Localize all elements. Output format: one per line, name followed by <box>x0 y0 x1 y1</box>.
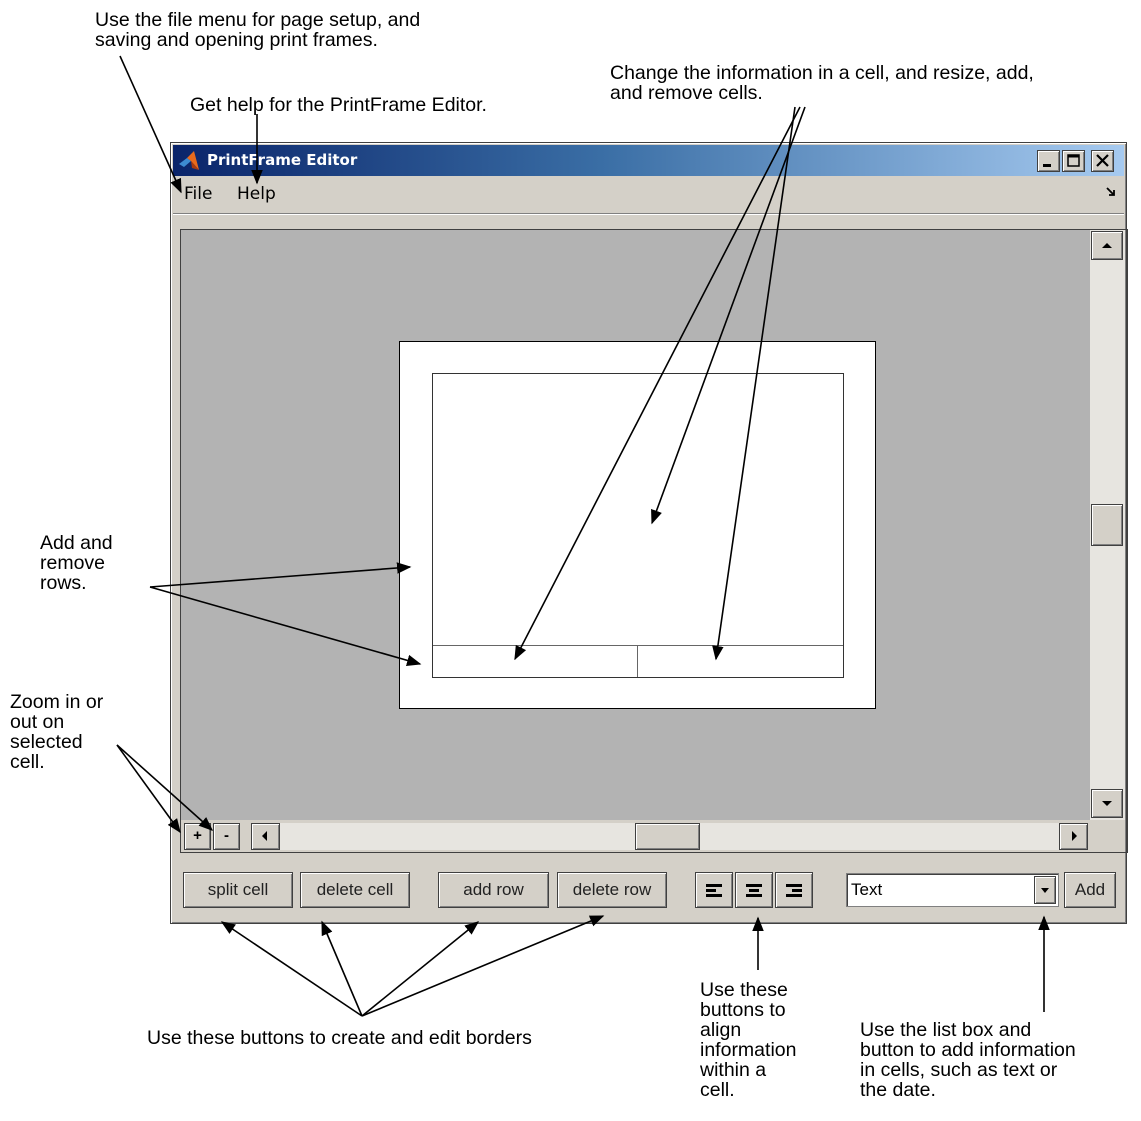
dock-arrow-icon[interactable] <box>1106 187 1116 197</box>
annotation-line: rows. <box>40 572 87 594</box>
annotation-line: saving and opening print frames. <box>95 29 378 51</box>
annotation-line: buttons to <box>700 999 786 1021</box>
scroll-down-button[interactable] <box>1091 789 1123 818</box>
annotation-border-buttons: Use these buttons to create and edit bor… <box>147 1028 532 1048</box>
annotation-line: in cells, such as text or <box>860 1059 1058 1081</box>
content-type-select[interactable]: Text <box>846 873 1059 907</box>
annotation-line: cell. <box>700 1079 735 1101</box>
dropdown-button[interactable] <box>1034 876 1056 904</box>
split-cell-button[interactable]: split cell <box>183 872 293 908</box>
arrow-split-cell <box>220 921 363 1017</box>
arrow-right-icon <box>1072 831 1077 841</box>
frame-cell-bottom-right[interactable] <box>639 646 843 677</box>
title-bar[interactable]: PrintFrame Editor <box>173 145 1124 176</box>
editor-canvas[interactable] <box>181 230 1090 820</box>
scroll-left-button[interactable] <box>251 823 280 850</box>
arrow-up-icon <box>1102 243 1112 248</box>
arrow-delete-row <box>361 915 605 1017</box>
annotation-line: remove <box>40 552 106 574</box>
close-button[interactable] <box>1091 150 1114 172</box>
annotation-line: Zoom in or <box>10 691 104 713</box>
window-title: PrintFrame Editor <box>207 151 358 169</box>
annotation-line: Change the information in a cell, and re… <box>610 62 1034 84</box>
scroll-right-button[interactable] <box>1059 823 1088 850</box>
arrow-delete-cell <box>321 920 363 1017</box>
annotation-line: and remove cells. <box>610 82 763 104</box>
maximize-icon <box>1067 154 1080 167</box>
annotation-line: information <box>700 1039 797 1061</box>
close-icon <box>1096 154 1109 167</box>
delete-cell-button[interactable]: delete cell <box>300 872 410 908</box>
align-right-button[interactable] <box>775 872 813 908</box>
menu-file[interactable]: File <box>184 185 212 203</box>
minimize-icon <box>1043 164 1051 167</box>
matlab-logo-icon <box>179 151 199 170</box>
align-right-icon <box>786 884 802 897</box>
menu-help[interactable]: Help <box>237 185 276 203</box>
annotation-line: within a <box>700 1059 767 1081</box>
editor-canvas-frame: + - <box>180 229 1128 853</box>
annotation-rows: Add and remove rows. <box>40 533 113 593</box>
menu-bar: File Help <box>173 179 1124 209</box>
page-preview[interactable] <box>399 341 876 709</box>
annotation-zoom: Zoom in or out on selected cell. <box>10 692 103 772</box>
align-center-button[interactable] <box>735 872 773 908</box>
align-center-icon <box>746 884 762 897</box>
arrow-left-icon <box>262 831 267 841</box>
add-row-button[interactable]: add row <box>438 872 549 908</box>
arrow-add-row <box>361 921 480 1017</box>
print-frame-border[interactable] <box>432 373 844 678</box>
frame-cell-bottom-left[interactable] <box>433 646 638 677</box>
annotation-line: Use the list box and <box>860 1019 1032 1041</box>
scroll-up-button[interactable] <box>1091 231 1123 260</box>
annotation-align-buttons: Use these buttons to align information w… <box>700 980 796 1100</box>
printframe-editor-window: PrintFrame Editor File Help + - split ce… <box>170 142 1128 924</box>
arrow-down-icon <box>1102 801 1112 806</box>
add-content-button[interactable]: Add <box>1064 872 1116 908</box>
annotation-cells: Change the information in a cell, and re… <box>610 63 1034 103</box>
annotation-line: Use these buttons to create and edit bor… <box>147 1027 532 1049</box>
horizontal-scroll-thumb[interactable] <box>635 823 700 850</box>
content-type-value: Text <box>851 880 883 899</box>
annotation-line: selected <box>10 731 83 753</box>
vertical-scroll-thumb[interactable] <box>1091 504 1123 546</box>
annotation-line: align <box>700 1019 742 1041</box>
minimize-button[interactable] <box>1037 150 1060 172</box>
annotation-line: Add and <box>40 532 113 554</box>
annotation-file-menu: Use the file menu for page setup, and sa… <box>95 10 420 50</box>
annotation-line: cell. <box>10 751 45 773</box>
annotation-line: button to add information <box>860 1039 1076 1061</box>
annotation-list-box: Use the list box and button to add infor… <box>860 1020 1076 1100</box>
align-left-button[interactable] <box>695 872 733 908</box>
delete-row-button[interactable]: delete row <box>557 872 667 908</box>
zoom-in-button[interactable]: + <box>184 823 211 850</box>
menu-separator <box>173 213 1124 215</box>
annotation-line: Use the file menu for page setup, and <box>95 9 421 31</box>
maximize-button[interactable] <box>1062 150 1085 172</box>
vertical-scrollbar[interactable] <box>1090 230 1125 820</box>
annotation-line: Get help for the PrintFrame Editor. <box>190 94 487 116</box>
frame-cell-main[interactable] <box>433 374 843 646</box>
chevron-down-icon <box>1041 888 1049 893</box>
annotation-line: out on <box>10 711 65 733</box>
zoom-out-button[interactable]: - <box>213 823 240 850</box>
annotation-line: Use these <box>700 979 788 1001</box>
horizontal-scrollbar[interactable] <box>251 823 1088 850</box>
annotation-help-menu: Get help for the PrintFrame Editor. <box>190 95 487 115</box>
annotation-line: the date. <box>860 1079 936 1101</box>
align-left-icon <box>706 884 722 897</box>
